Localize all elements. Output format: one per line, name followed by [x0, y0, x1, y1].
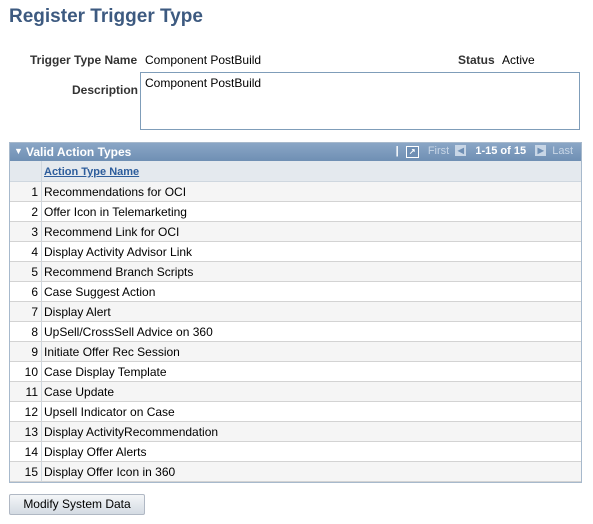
row-number-header [10, 161, 42, 182]
action-type-name-sort-link[interactable]: Action Type Name [44, 166, 139, 178]
row-number: 4 [10, 241, 42, 262]
action-type-name: Offer Icon in Telemarketing [41, 201, 581, 222]
row-number: 10 [10, 361, 42, 382]
grid-navigation: | ↗ First ◀ 1-15 of 15 ▶ Last [395, 145, 573, 158]
table-row: 13 Display ActivityRecommendation [10, 421, 581, 442]
action-type-name: Display Offer Alerts [41, 441, 581, 462]
description-label: Description [72, 83, 139, 97]
action-type-name-header: Action Type Name [41, 161, 581, 182]
action-type-name: Display ActivityRecommendation [41, 421, 581, 442]
action-types-table: Action Type Name 1 Recommendations for OC… [10, 161, 581, 482]
status-value: Active [502, 53, 535, 67]
row-number: 6 [10, 281, 42, 302]
row-number: 14 [10, 441, 42, 462]
action-type-name: Recommend Link for OCI [41, 221, 581, 242]
collapse-icon[interactable]: ▼ [14, 146, 23, 156]
action-type-name: Recommendations for OCI [41, 181, 581, 202]
table-row: 15 Display Offer Icon in 360 [10, 461, 581, 482]
action-type-name: Case Suggest Action [41, 281, 581, 302]
row-number: 7 [10, 301, 42, 322]
table-row: 6 Case Suggest Action [10, 281, 581, 302]
first-link[interactable]: First [428, 145, 449, 157]
table-row: 7 Display Alert [10, 301, 581, 322]
separator: | [395, 145, 399, 157]
table-row: 10 Case Display Template [10, 361, 581, 382]
row-number: 3 [10, 221, 42, 242]
modify-system-data-button[interactable]: Modify System Data [9, 494, 145, 515]
status-label: Status [458, 53, 495, 67]
row-number: 1 [10, 181, 42, 202]
grid-header: ▼ Valid Action Types | ↗ First ◀ 1-15 of… [10, 143, 581, 161]
table-row: 3 Recommend Link for OCI [10, 221, 581, 242]
table-row: 9 Initiate Offer Rec Session [10, 341, 581, 362]
trigger-type-name-value: Component PostBuild [145, 53, 262, 67]
table-row: 12 Upsell Indicator on Case [10, 401, 581, 422]
row-number: 2 [10, 201, 42, 222]
page-title: Register Trigger Type [9, 6, 203, 27]
action-type-name: Display Activity Advisor Link [41, 241, 581, 262]
table-row: 5 Recommend Branch Scripts [10, 261, 581, 282]
table-row: 4 Display Activity Advisor Link [10, 241, 581, 262]
row-number: 15 [10, 461, 42, 482]
grid-title: Valid Action Types [26, 145, 132, 159]
action-type-name: Case Update [41, 381, 581, 402]
last-link[interactable]: Last [552, 145, 573, 157]
table-row: 14 Display Offer Alerts [10, 441, 581, 462]
trigger-type-name-label: Trigger Type Name [30, 53, 138, 67]
table-row: 8 UpSell/CrossSell Advice on 360 [10, 321, 581, 342]
action-type-name: UpSell/CrossSell Advice on 360 [41, 321, 581, 342]
action-type-name: Display Offer Icon in 360 [41, 461, 581, 482]
next-arrow-icon[interactable]: ▶ [535, 145, 547, 156]
action-type-name: Display Alert [41, 301, 581, 322]
view-all-icon[interactable]: ↗ [405, 146, 419, 158]
row-number: 5 [10, 261, 42, 282]
row-number: 12 [10, 401, 42, 422]
table-row: 1 Recommendations for OCI [10, 181, 581, 202]
action-type-name: Recommend Branch Scripts [41, 261, 581, 282]
row-number: 8 [10, 321, 42, 342]
row-number: 9 [10, 341, 42, 362]
row-number: 13 [10, 421, 42, 442]
table-row: 11 Case Update [10, 381, 581, 402]
row-number: 11 [10, 381, 42, 402]
valid-action-types-grid: ▼ Valid Action Types | ↗ First ◀ 1-15 of… [9, 142, 582, 483]
previous-arrow-icon[interactable]: ◀ [455, 145, 467, 156]
action-type-name: Upsell Indicator on Case [41, 401, 581, 422]
action-type-name: Initiate Offer Rec Session [41, 341, 581, 362]
row-count: 1-15 of 15 [475, 145, 527, 157]
action-type-name: Case Display Template [41, 361, 581, 382]
table-row: 2 Offer Icon in Telemarketing [10, 201, 581, 222]
description-textarea[interactable]: Component PostBuild [140, 72, 580, 130]
